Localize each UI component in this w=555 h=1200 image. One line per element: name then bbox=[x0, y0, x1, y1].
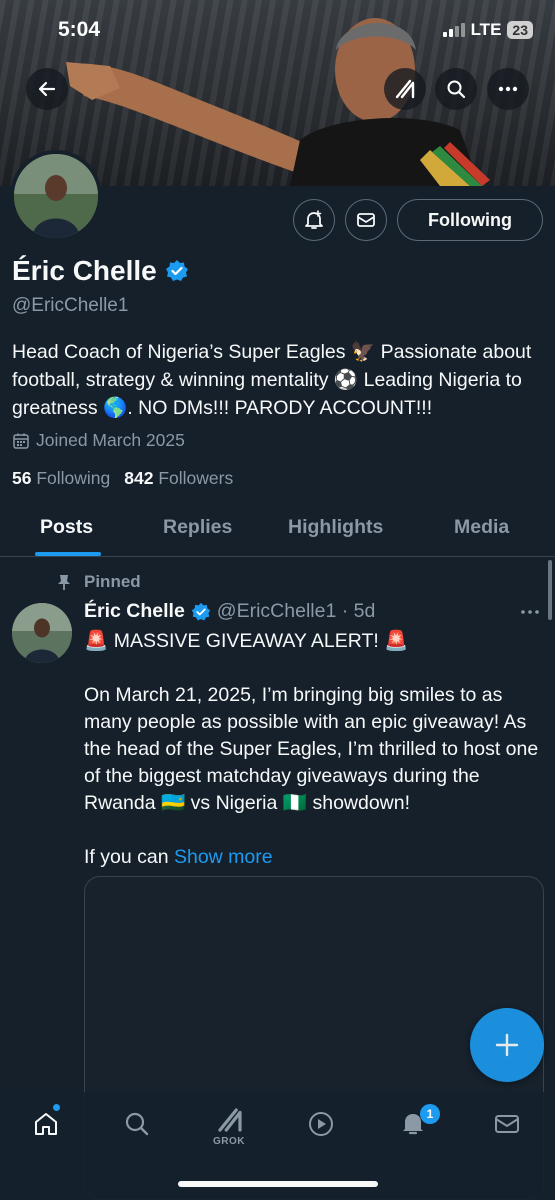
nav-messages[interactable] bbox=[487, 1104, 527, 1144]
profile-tabs: Posts Replies Highlights Media bbox=[0, 502, 555, 557]
verified-badge-icon bbox=[191, 602, 210, 620]
follow-stats: 56 Following 842 Followers bbox=[12, 468, 233, 489]
signal-icon bbox=[442, 23, 465, 37]
profile-avatar[interactable] bbox=[10, 150, 102, 242]
home-indicator[interactable] bbox=[178, 1181, 378, 1187]
post-text: 🚨 MASSIVE GIVEAWAY ALERT! 🚨 On March 21,… bbox=[84, 630, 539, 868]
back-button[interactable] bbox=[26, 68, 68, 110]
grok-button[interactable] bbox=[384, 68, 426, 110]
verified-badge-icon[interactable] bbox=[165, 259, 189, 283]
search-button[interactable] bbox=[435, 68, 477, 110]
mail-icon bbox=[495, 1115, 519, 1133]
post-header: Éric Chelle @EricChelle1 · 5d bbox=[84, 600, 375, 623]
profile-bio: Head Coach of Nigeria’s Super Eagles 🦅 P… bbox=[12, 341, 532, 419]
play-icon bbox=[309, 1112, 333, 1136]
back-arrow-icon bbox=[38, 81, 56, 97]
nav-grok[interactable] bbox=[210, 1100, 250, 1140]
pinned-label-row: Pinned bbox=[56, 572, 141, 592]
pinned-label: Pinned bbox=[84, 572, 141, 591]
more-options-button[interactable] bbox=[487, 68, 529, 110]
post-author-name[interactable]: Éric Chelle bbox=[84, 600, 185, 623]
calendar-icon bbox=[13, 433, 29, 449]
search-icon bbox=[125, 1112, 149, 1136]
status-time: 5:04 bbox=[58, 18, 101, 41]
grok-icon bbox=[395, 79, 415, 99]
message-button[interactable] bbox=[345, 199, 387, 241]
mail-icon bbox=[357, 213, 375, 227]
post-more-button[interactable] bbox=[520, 598, 540, 621]
nav-video[interactable] bbox=[301, 1104, 341, 1144]
post-handle-time: @EricChelle1 · 5d bbox=[216, 600, 376, 622]
network-label: LTE bbox=[470, 20, 502, 39]
nav-search[interactable] bbox=[117, 1104, 157, 1144]
avatar-image bbox=[14, 154, 98, 238]
tab-posts[interactable]: Posts bbox=[40, 516, 93, 539]
grok-label: GROK bbox=[213, 1136, 245, 1147]
avatar-image bbox=[12, 603, 72, 663]
post-author-avatar[interactable] bbox=[12, 603, 72, 663]
following-stat[interactable]: 56 Following bbox=[12, 468, 110, 489]
more-icon bbox=[521, 610, 539, 614]
profile-name-row: Éric Chelle bbox=[12, 255, 189, 287]
notification-bell-plus-icon bbox=[305, 210, 323, 229]
active-tab-indicator bbox=[35, 552, 101, 556]
joined-label: Joined March 2025 bbox=[36, 430, 185, 450]
home-unread-dot bbox=[53, 1104, 60, 1111]
show-more-link[interactable]: Show more bbox=[174, 846, 273, 868]
grok-icon bbox=[218, 1108, 242, 1132]
following-label: Following bbox=[36, 468, 111, 488]
scrollbar[interactable] bbox=[548, 560, 552, 620]
compose-post-button[interactable] bbox=[470, 1008, 544, 1082]
following-button[interactable]: Following bbox=[397, 199, 543, 241]
plus-icon bbox=[495, 1033, 519, 1057]
notifications-badge: 1 bbox=[420, 1104, 440, 1124]
tab-media[interactable]: Media bbox=[454, 516, 509, 539]
search-icon bbox=[447, 80, 466, 99]
post-body: 🚨 MASSIVE GIVEAWAY ALERT! 🚨 On March 21,… bbox=[84, 628, 546, 871]
home-icon bbox=[35, 1113, 57, 1135]
notification-subscribe-button[interactable] bbox=[293, 199, 335, 241]
joined-date: Joined March 2025 bbox=[12, 430, 185, 451]
nav-home[interactable] bbox=[26, 1104, 66, 1144]
profile-name: Éric Chelle bbox=[12, 255, 157, 286]
profile-handle: @EricChelle1 bbox=[12, 295, 129, 316]
battery-indicator: 23 bbox=[507, 21, 533, 39]
followers-count: 842 bbox=[124, 468, 154, 488]
tab-replies[interactable]: Replies bbox=[163, 516, 232, 539]
following-count: 56 bbox=[12, 468, 32, 488]
pin-icon bbox=[58, 575, 70, 590]
more-icon bbox=[498, 86, 518, 92]
followers-label: Followers bbox=[158, 468, 234, 488]
status-indicators: LTE 23 bbox=[442, 20, 533, 40]
followers-stat[interactable]: 842 Followers bbox=[124, 468, 233, 489]
tab-highlights[interactable]: Highlights bbox=[288, 516, 383, 539]
